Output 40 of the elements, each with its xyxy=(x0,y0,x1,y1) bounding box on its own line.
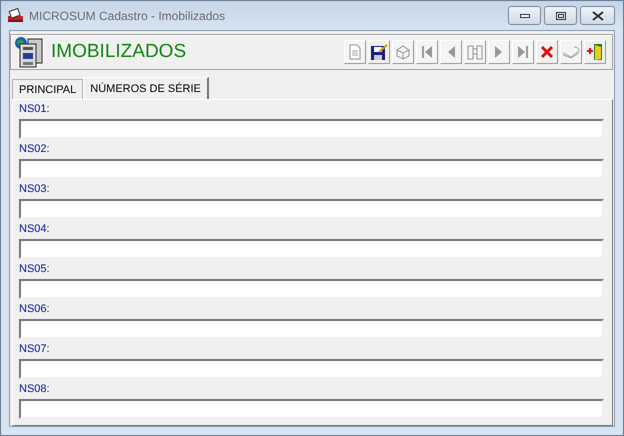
delete-icon xyxy=(540,45,554,59)
input-field[interactable] xyxy=(19,199,604,219)
delete-button[interactable] xyxy=(536,40,558,64)
input-field[interactable] xyxy=(19,279,604,299)
field-label: NS07: xyxy=(19,342,51,357)
exit-door-icon xyxy=(586,43,604,61)
input-field[interactable] xyxy=(19,159,604,179)
field-label: NS05: xyxy=(19,262,51,277)
tab[interactable]: NÚMEROS DE SÉRIE xyxy=(83,77,209,99)
window-title: MICROSUM Cadastro - Imobilizados xyxy=(29,8,226,22)
input-field[interactable] xyxy=(19,239,604,259)
previous-icon xyxy=(446,45,456,59)
next-icon xyxy=(494,45,504,59)
field-label: NS08: xyxy=(19,382,51,397)
field-label: NS03: xyxy=(19,182,51,197)
tab[interactable]: PRINCIPAL xyxy=(12,79,84,99)
app-icon xyxy=(7,8,25,24)
paper-stack-icon xyxy=(562,45,580,59)
binoculars-icon xyxy=(467,44,483,60)
save-button[interactable] xyxy=(368,40,390,64)
input-field[interactable] xyxy=(19,399,604,419)
field-label: NS02: xyxy=(19,142,51,157)
input-field[interactable] xyxy=(19,359,604,379)
form-title: IMOBILIZADOS xyxy=(51,41,186,63)
restore-icon xyxy=(556,12,566,20)
maximize-button[interactable] xyxy=(544,6,577,25)
document-icon xyxy=(348,44,362,60)
field-label: NS06: xyxy=(19,302,51,317)
input-field[interactable] xyxy=(19,319,604,339)
minimize-button[interactable] xyxy=(508,6,541,25)
input-field[interactable] xyxy=(19,119,604,139)
field-label: NS04: xyxy=(19,222,51,237)
minimize-icon xyxy=(520,14,530,18)
first-record-icon xyxy=(421,45,433,59)
close-button[interactable] xyxy=(580,6,615,25)
close-icon xyxy=(592,10,604,20)
box-icon xyxy=(395,44,411,60)
exit-button[interactable] xyxy=(584,40,606,64)
field-label: NS01: xyxy=(19,102,51,117)
last-record-icon xyxy=(517,45,529,59)
